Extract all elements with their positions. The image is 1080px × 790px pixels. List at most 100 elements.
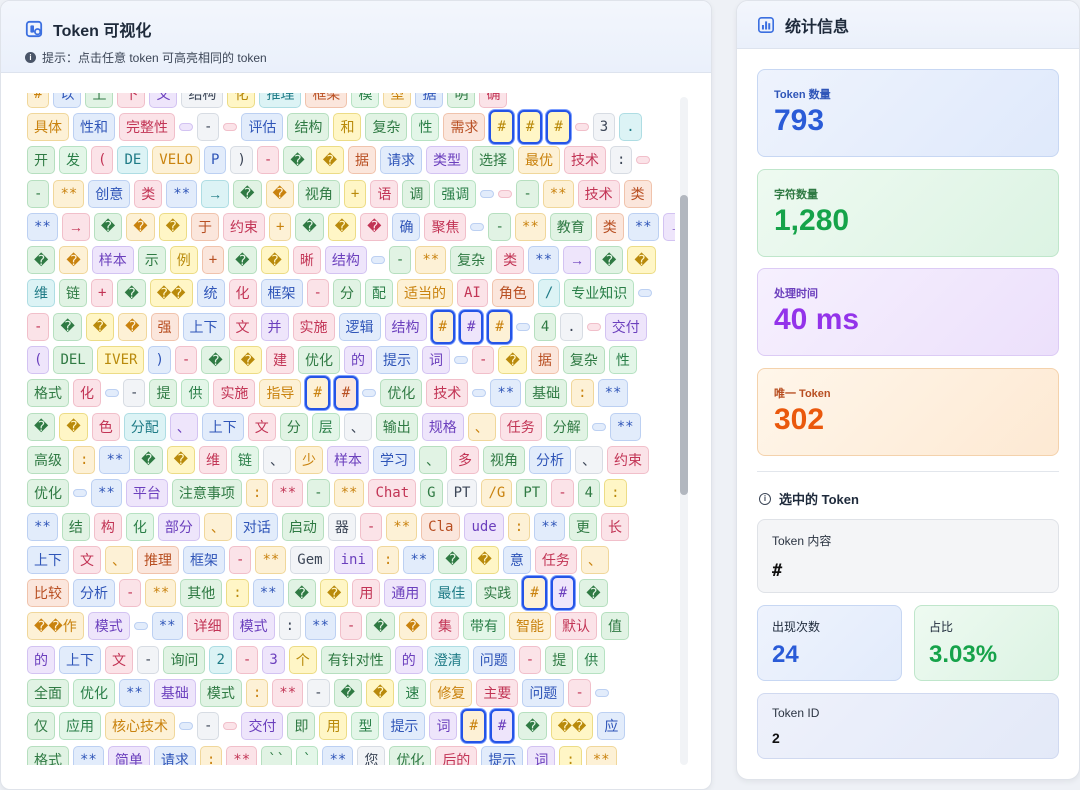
token-chip[interactable]: � bbox=[260, 246, 289, 275]
token-chip[interactable]: 优化 bbox=[73, 678, 115, 707]
token-chip[interactable]: 部分 bbox=[157, 512, 200, 541]
token-chip[interactable]: `` bbox=[261, 745, 293, 765]
token-chip[interactable]: VELO bbox=[152, 146, 201, 175]
token-chip[interactable]: 实践 bbox=[476, 579, 519, 608]
token-chip[interactable]: ** bbox=[91, 479, 122, 508]
token-chip[interactable]: : bbox=[226, 579, 249, 608]
token-chip[interactable]: ** bbox=[53, 179, 85, 208]
token-chip[interactable]: G bbox=[420, 479, 443, 508]
token-chip[interactable]: 类 bbox=[496, 246, 525, 275]
token-chip[interactable]: + bbox=[268, 212, 292, 241]
token-chip[interactable]: ini bbox=[333, 545, 373, 574]
token-chip[interactable]: ** bbox=[415, 246, 447, 275]
token-chip[interactable]: /G bbox=[481, 479, 513, 508]
token-chip[interactable]: DEL bbox=[53, 346, 93, 375]
token-chip[interactable]: : bbox=[559, 745, 582, 765]
token-chip[interactable]: 逻辑 bbox=[338, 312, 381, 341]
token-chip-whitespace[interactable] bbox=[223, 122, 238, 131]
token-chip[interactable]: Gem bbox=[290, 545, 330, 574]
token-chip[interactable]: ** bbox=[252, 579, 284, 608]
token-chip[interactable]: + bbox=[201, 246, 225, 275]
scrollbar[interactable] bbox=[680, 97, 688, 765]
token-chip[interactable]: 最优 bbox=[518, 146, 561, 175]
token-chip[interactable]: 色 bbox=[91, 412, 120, 441]
token-chip[interactable]: � bbox=[93, 212, 123, 241]
token-chip[interactable]: � bbox=[27, 246, 56, 275]
token-chip[interactable]: 指导 bbox=[259, 379, 302, 408]
token-chip[interactable]: 带有 bbox=[463, 612, 506, 641]
token-chip[interactable]: AI bbox=[456, 279, 488, 308]
token-chip[interactable]: 强 bbox=[150, 312, 179, 341]
token-chip-highlighted[interactable]: # bbox=[489, 709, 515, 744]
token-chip[interactable]: ** bbox=[585, 745, 617, 765]
token-chip[interactable]: 样本 bbox=[327, 445, 370, 474]
token-chip[interactable]: ** bbox=[166, 179, 198, 208]
token-chip[interactable]: � bbox=[265, 179, 294, 208]
token-chip-whitespace[interactable] bbox=[638, 289, 653, 298]
token-chip[interactable]: 完整性 bbox=[119, 112, 175, 141]
token-chip[interactable]: 基础 bbox=[525, 379, 568, 408]
token-chip[interactable]: 意 bbox=[502, 545, 531, 574]
token-chip[interactable]: 确 bbox=[479, 93, 508, 108]
token-chip[interactable]: - bbox=[359, 512, 383, 541]
token-chip[interactable]: 规格 bbox=[421, 412, 464, 441]
token-chip[interactable]: 的 bbox=[394, 645, 423, 674]
token-chip[interactable]: 结构 bbox=[384, 312, 427, 341]
token-chip-whitespace[interactable] bbox=[370, 256, 385, 265]
token-chip[interactable]: - bbox=[307, 678, 330, 707]
token-chip[interactable]: 复杂 bbox=[562, 346, 605, 375]
token-chip[interactable]: 提示 bbox=[383, 712, 426, 741]
token-chip[interactable]: ** bbox=[386, 512, 418, 541]
token-chip[interactable]: ) bbox=[148, 346, 171, 375]
token-chip[interactable]: 适当的 bbox=[396, 279, 453, 308]
token-chip[interactable]: ** bbox=[99, 445, 131, 474]
token-chip[interactable]: ` bbox=[296, 745, 319, 765]
token-chip[interactable]: �� bbox=[550, 712, 594, 741]
token-chip[interactable]: 通用 bbox=[384, 579, 427, 608]
token-chip[interactable]: 任务 bbox=[499, 412, 542, 441]
token-chip-whitespace[interactable] bbox=[574, 122, 589, 131]
token-chip[interactable]: 模式 bbox=[199, 678, 242, 707]
token-chip[interactable]: - bbox=[256, 146, 280, 175]
token-chip[interactable]: 性 bbox=[608, 346, 637, 375]
token-chip[interactable]: : bbox=[571, 379, 594, 408]
token-chip[interactable]: - bbox=[27, 179, 50, 208]
token-chip[interactable]: � bbox=[233, 179, 262, 208]
token-chip[interactable]: 语 bbox=[370, 179, 399, 208]
token-chip[interactable]: 分析 bbox=[73, 579, 115, 608]
token-chip[interactable]: 评估 bbox=[241, 112, 284, 141]
token-chip[interactable]: � bbox=[85, 312, 115, 341]
token-chip-highlighted[interactable]: # bbox=[487, 309, 512, 344]
token-chip[interactable]: 约束 bbox=[222, 212, 265, 241]
token-chip[interactable]: 上下 bbox=[201, 412, 244, 441]
token-chip[interactable]: 类 bbox=[623, 179, 652, 208]
token-chip[interactable]: 上下 bbox=[27, 545, 69, 574]
token-chip[interactable]: 用 bbox=[319, 712, 348, 741]
token-chip[interactable]: ** bbox=[226, 745, 258, 765]
token-chip[interactable]: - bbox=[488, 212, 511, 241]
token-chip[interactable]: 应用 bbox=[59, 712, 101, 741]
token-chip[interactable]: � bbox=[333, 678, 362, 707]
token-chip[interactable]: 多 bbox=[451, 445, 480, 474]
token-chip-whitespace[interactable] bbox=[105, 389, 119, 398]
token-chip[interactable]: 交付 bbox=[241, 712, 284, 741]
token-chip-whitespace[interactable] bbox=[133, 622, 148, 631]
token-chip[interactable]: 、 bbox=[580, 545, 609, 574]
token-chip[interactable]: - bbox=[123, 379, 146, 408]
token-chip[interactable]: ** bbox=[528, 246, 560, 275]
token-chip[interactable]: 4 bbox=[577, 479, 601, 508]
token-chip[interactable]: 修复 bbox=[430, 678, 473, 707]
token-chip[interactable]: � bbox=[315, 146, 345, 175]
token-chip-whitespace[interactable] bbox=[636, 156, 651, 165]
token-chip-whitespace[interactable] bbox=[470, 222, 485, 231]
token-chip[interactable]: 推理 bbox=[137, 545, 179, 574]
token-chip[interactable]: ** bbox=[151, 612, 183, 641]
token-chip-highlighted[interactable]: # bbox=[546, 109, 571, 144]
token-chip[interactable]: ** bbox=[403, 545, 435, 574]
token-chip[interactable]: � bbox=[365, 678, 395, 707]
token-chip[interactable]: # bbox=[27, 93, 50, 108]
token-chip[interactable]: ** bbox=[145, 579, 177, 608]
token-chip[interactable]: � bbox=[283, 146, 312, 175]
token-chip[interactable]: 的 bbox=[27, 645, 55, 674]
token-chip[interactable]: - bbox=[197, 712, 220, 741]
